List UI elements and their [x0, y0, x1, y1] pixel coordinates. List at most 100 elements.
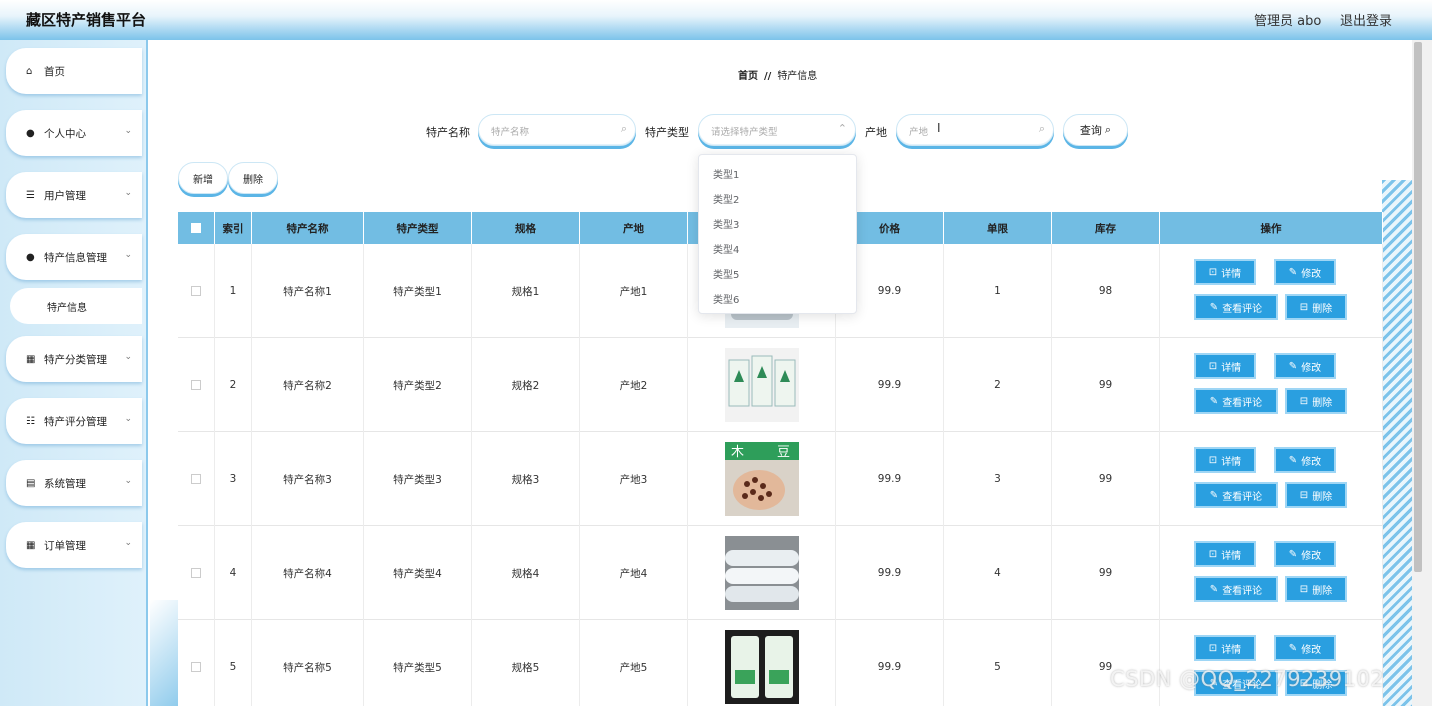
- name-placeholder: 特产名称: [491, 127, 530, 138]
- column-header: 索引: [215, 212, 252, 244]
- edit-button[interactable]: ✎ 修改: [1274, 635, 1336, 661]
- sidebar-subitem-products[interactable]: 特产信息: [10, 288, 142, 324]
- cell-origin: 产地3: [580, 432, 688, 526]
- cell-type: 特产类型4: [364, 526, 472, 620]
- view-comments-button[interactable]: ✎ 查看评论: [1194, 294, 1278, 320]
- user-icon: ●: [26, 251, 35, 263]
- sidebar-item-label: 订单管理: [44, 539, 86, 552]
- sidebar-item-6[interactable]: ☷ 特产评分管理 ⌄: [6, 398, 142, 444]
- view-comments-button[interactable]: ✎ 查看评论: [1194, 388, 1278, 414]
- dropdown-option[interactable]: 类型1: [713, 166, 739, 181]
- cell-spec: 规格5: [472, 620, 580, 706]
- view-comments-button[interactable]: ✎ 查看评论: [1194, 482, 1278, 508]
- button-label: 删除: [1312, 397, 1333, 409]
- doc-icon: ▤: [26, 477, 36, 489]
- cell-limit: 2: [944, 338, 1052, 432]
- edit-button[interactable]: ✎ 修改: [1274, 447, 1336, 473]
- sidebar-item-1[interactable]: ⌂ 首页: [6, 48, 142, 94]
- select-all-checkbox[interactable]: [191, 223, 201, 233]
- row-checkbox[interactable]: [191, 662, 201, 672]
- button-label: 修改: [1301, 644, 1322, 656]
- delete-button[interactable]: 删除: [228, 162, 278, 194]
- top-header: 藏区特产销售平台 管理员 abo 退出登录: [0, 0, 1432, 40]
- button-label: 详情: [1221, 644, 1242, 656]
- type-dropdown: 类型1 类型2 类型3 类型4 类型5 类型6: [698, 154, 857, 314]
- column-header: 单限: [944, 212, 1052, 244]
- cell-name: 特产名称3: [252, 432, 364, 526]
- detail-icon: ⊡: [1208, 642, 1218, 654]
- edit-icon: ✎: [1209, 301, 1219, 313]
- sidebar: ⌂ 首页 ● 个人中心 ⌄ ☰ 用户管理 ⌄ ● 特产信息管理 ⌄ ▦ 特产分类管理 ⌄ ☷ 特产评分管理 ⌄ ▤…: [0, 40, 148, 706]
- sidebar-item-8[interactable]: ▦ 订单管理 ⌄: [6, 522, 142, 568]
- row-delete-button[interactable]: ⊟ 删除: [1285, 576, 1347, 602]
- cell-limit: 5: [944, 620, 1052, 706]
- row-delete-button[interactable]: ⊟ 删除: [1285, 294, 1347, 320]
- cell-name: 特产名称1: [252, 244, 364, 338]
- search-icon: ⌕: [620, 122, 627, 135]
- trash-icon: ⊟: [1299, 583, 1309, 595]
- button-label: 修改: [1301, 456, 1322, 468]
- button-label: 查看评论: [1222, 397, 1263, 409]
- dropdown-option[interactable]: 类型6: [713, 291, 739, 306]
- sidebar-item-7[interactable]: ▤ 系统管理 ⌄: [6, 460, 142, 506]
- detail-button[interactable]: ⊡ 详情: [1194, 353, 1256, 379]
- detail-icon: ⊡: [1208, 454, 1218, 466]
- cell-limit: 1: [944, 244, 1052, 338]
- sidebar-item-3[interactable]: ☰ 用户管理 ⌄: [6, 172, 142, 218]
- sidebar-item-4[interactable]: ● 特产信息管理 ⌄: [6, 234, 142, 280]
- detail-button[interactable]: ⊡ 详情: [1194, 447, 1256, 473]
- edit-button[interactable]: ✎ 修改: [1274, 353, 1336, 379]
- detail-button[interactable]: ⊡ 详情: [1194, 259, 1256, 285]
- view-comments-button[interactable]: ✎ 查看评论: [1194, 576, 1278, 602]
- search-icon: ⌕: [1104, 123, 1112, 136]
- breadcrumb-home[interactable]: 首页: [738, 71, 758, 82]
- query-button[interactable]: 查询 ⌕: [1063, 114, 1128, 146]
- cell-type: 特产类型3: [364, 432, 472, 526]
- button-label: 详情: [1221, 362, 1242, 374]
- edit-icon: ✎: [1209, 395, 1219, 407]
- column-header: 特产类型: [364, 212, 472, 244]
- dropdown-option[interactable]: 类型5: [713, 266, 739, 281]
- sidebar-item-5[interactable]: ▦ 特产分类管理 ⌄: [6, 336, 142, 382]
- row-select-cell: [178, 620, 215, 706]
- chevron-down-icon: ⌄: [124, 538, 132, 548]
- image-cell: 木豆: [688, 432, 836, 526]
- sidebar-item-label: 系统管理: [44, 477, 86, 490]
- detail-button[interactable]: ⊡ 详情: [1194, 635, 1256, 661]
- sidebar-item-2[interactable]: ● 个人中心 ⌄: [6, 110, 142, 156]
- button-label: 修改: [1301, 550, 1322, 562]
- dropdown-option[interactable]: 类型2: [713, 191, 739, 206]
- row-checkbox[interactable]: [191, 380, 201, 390]
- breadcrumb-separator: //: [764, 71, 772, 82]
- row-checkbox[interactable]: [191, 286, 201, 296]
- edit-button[interactable]: ✎ 修改: [1274, 259, 1336, 285]
- row-delete-button[interactable]: ⊟ 删除: [1285, 482, 1347, 508]
- add-button[interactable]: 新增: [178, 162, 228, 194]
- row-delete-button[interactable]: ⊟ 删除: [1285, 388, 1347, 414]
- cell-name: 特产名称5: [252, 620, 364, 706]
- cell-origin: 产地2: [580, 338, 688, 432]
- logout-link[interactable]: 退出登录: [1340, 10, 1392, 29]
- type-select[interactable]: 请选择特产类型 ⌃: [698, 114, 856, 146]
- operations-cell: ⊡ 详情 ✎ 修改 ✎ 查看评论 ⊟ 删除: [1160, 620, 1383, 706]
- origin-search-input[interactable]: 产地 I ⌕: [896, 114, 1054, 146]
- name-search-input[interactable]: 特产名称 ⌕: [478, 114, 636, 146]
- button-label: 查看评论: [1222, 585, 1263, 597]
- edit-button[interactable]: ✎ 修改: [1274, 541, 1336, 567]
- origin-label: 产地: [865, 126, 887, 139]
- cell-origin: 产地5: [580, 620, 688, 706]
- type-placeholder: 请选择特产类型: [711, 127, 778, 138]
- row-checkbox[interactable]: [191, 568, 201, 578]
- dropdown-option[interactable]: 类型3: [713, 216, 739, 231]
- chevron-down-icon: ⌄: [124, 352, 132, 362]
- detail-button[interactable]: ⊡ 详情: [1194, 541, 1256, 567]
- scrollbar-thumb[interactable]: [1414, 42, 1422, 572]
- cell-stock: 99: [1052, 620, 1160, 706]
- breadcrumb-current: 特产信息: [777, 71, 818, 82]
- cell-index: 5: [215, 620, 252, 706]
- cell-stock: 99: [1052, 432, 1160, 526]
- grid-icon: ▦: [26, 353, 36, 365]
- row-checkbox[interactable]: [191, 474, 201, 484]
- cell-name: 特产名称4: [252, 526, 364, 620]
- dropdown-option[interactable]: 类型4: [713, 241, 739, 256]
